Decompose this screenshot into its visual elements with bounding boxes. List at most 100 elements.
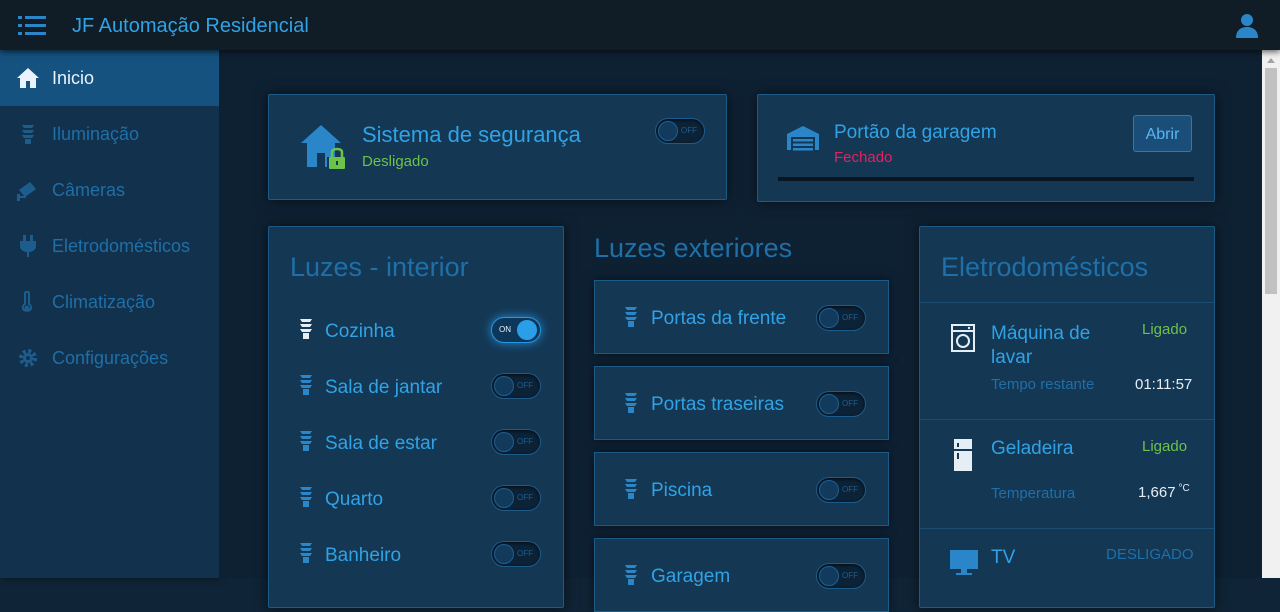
exterior-light-toggle[interactable]: OFF xyxy=(816,477,866,503)
appliance-detail-value: 1,667 °C xyxy=(1138,483,1190,501)
fridge-icon xyxy=(954,439,972,471)
divider xyxy=(920,528,1214,529)
light-label-quarto: Quarto xyxy=(325,489,384,510)
bulb-icon xyxy=(625,479,637,499)
sidebar-item-label: Climatização xyxy=(52,292,156,312)
light-label-sala-de-jantar: Sala de jantar xyxy=(325,377,443,398)
home-icon xyxy=(17,68,39,88)
toggle-knob xyxy=(494,488,514,508)
user-icon[interactable] xyxy=(1234,12,1260,38)
thermometer-icon xyxy=(21,290,33,312)
toggle-knob xyxy=(819,566,839,586)
security-title: Sistema de segurança xyxy=(362,122,581,147)
appliance-name: Máquina de lavar xyxy=(991,323,1091,368)
tv-icon xyxy=(950,550,978,575)
sidebar-item-cameras[interactable]: Câmeras xyxy=(0,162,219,218)
appliance-status: DESLIGADO xyxy=(1106,546,1194,563)
light-toggle-sala-de-estar[interactable]: OFF xyxy=(491,429,541,455)
bulb-icon xyxy=(625,393,637,413)
appliance-status: Ligado xyxy=(1142,438,1188,455)
appliances-card: Eletrodomésticos Máquina de lavar Ligado… xyxy=(919,226,1215,608)
bulb-icon xyxy=(22,125,34,144)
garage-title: Portão da garagem xyxy=(834,122,997,143)
washing-machine-icon xyxy=(951,324,975,352)
sidebar-item-label: Inicio xyxy=(52,68,95,88)
exterior-light-toggle[interactable]: OFF xyxy=(816,391,866,417)
exterior-light-label: Portas traseiras xyxy=(651,394,785,415)
toggle-knob xyxy=(494,544,514,564)
exterior-light-label: Garagem xyxy=(651,566,731,587)
exterior-light-garagem: Garagem OFF xyxy=(594,538,889,612)
sidebar-item-label: Configurações xyxy=(52,348,169,368)
main-content: Sistema de segurança Desligado OFF Portã… xyxy=(219,50,1262,612)
appliances-title: Eletrodomésticos xyxy=(941,252,1149,282)
light-toggle-sala-de-jantar[interactable]: OFF xyxy=(491,373,541,399)
bulb-icon xyxy=(300,543,312,563)
appliance-detail-label: Temperatura xyxy=(991,485,1076,502)
security-toggle[interactable]: OFF xyxy=(655,118,705,144)
bulb-icon xyxy=(625,307,637,327)
top-bar: JF Automação Residencial xyxy=(0,0,1280,50)
appliance-name: TV xyxy=(991,547,1016,568)
camera-icon xyxy=(17,182,36,201)
bulb-icon xyxy=(300,487,312,507)
garage-card: Portão da garagem Fechado Abrir xyxy=(757,94,1215,202)
sidebar-item-eletrodomesticos[interactable]: Eletrodomésticos xyxy=(0,218,219,274)
light-toggle-banheiro[interactable]: OFF xyxy=(491,541,541,567)
plug-icon xyxy=(20,235,36,257)
sidebar-item-iluminacao[interactable]: Iluminação xyxy=(0,106,219,162)
toggle-knob xyxy=(819,480,839,500)
exterior-light-portas-traseiras: Portas traseiras OFF xyxy=(594,366,889,440)
open-garage-button[interactable]: Abrir xyxy=(1133,115,1192,152)
toggle-knob xyxy=(517,320,537,340)
divider xyxy=(920,419,1214,420)
toggle-knob xyxy=(819,308,839,328)
scroll-up-arrow-icon[interactable] xyxy=(1267,58,1275,63)
toggle-text: OFF xyxy=(681,126,697,135)
bulb-icon xyxy=(625,565,637,585)
appliance-detail-number: 1,667 xyxy=(1138,484,1176,501)
sidebar-item-inicio[interactable]: Inicio xyxy=(0,50,219,106)
toggle-text: OFF xyxy=(517,493,533,502)
toggle-knob xyxy=(494,432,514,452)
light-toggle-cozinha[interactable]: ON xyxy=(491,317,541,343)
toggle-knob xyxy=(494,376,514,396)
appliance-status: Ligado xyxy=(1142,321,1188,338)
garage-icon xyxy=(787,126,819,151)
light-label-banheiro: Banheiro xyxy=(325,545,402,566)
security-status: Desligado xyxy=(362,153,429,170)
bulb-icon xyxy=(300,375,312,395)
bulb-icon xyxy=(300,431,312,451)
toggle-text: OFF xyxy=(842,485,858,494)
garage-status: Fechado xyxy=(834,149,893,166)
exterior-light-toggle[interactable]: OFF xyxy=(816,563,866,589)
sidebar-item-label: Iluminação xyxy=(52,124,140,144)
light-toggle-quarto[interactable]: OFF xyxy=(491,485,541,511)
toggle-text: OFF xyxy=(842,313,858,322)
light-label-sala-de-estar: Sala de estar xyxy=(325,433,437,454)
scroll-thumb[interactable] xyxy=(1265,68,1277,294)
appliance-detail-value: 01:11:57 xyxy=(1135,376,1193,393)
exterior-light-label: Piscina xyxy=(651,480,713,501)
menu-icon[interactable] xyxy=(18,14,46,36)
interior-lights-title: Luzes - interior xyxy=(290,252,469,282)
sidebar: Inicio Iluminação Câmeras Eletrodoméstic… xyxy=(0,50,219,578)
appliance-detail-label: Tempo restante xyxy=(991,376,1095,393)
sidebar-item-label: Câmeras xyxy=(52,180,126,200)
appliance-detail-unit: °C xyxy=(1178,483,1190,494)
gear-icon xyxy=(19,349,37,367)
toggle-text: OFF xyxy=(517,549,533,558)
toggle-knob xyxy=(658,121,678,141)
app-title: JF Automação Residencial xyxy=(72,15,309,37)
garage-progress-bar xyxy=(778,177,1194,181)
appliance-name: Geladeira xyxy=(991,438,1074,459)
exterior-light-piscina: Piscina OFF xyxy=(594,452,889,526)
light-label-cozinha: Cozinha xyxy=(325,321,395,342)
exterior-light-portas-da-frente: Portas da frente OFF xyxy=(594,280,889,354)
exterior-light-label: Portas da frente xyxy=(651,308,787,329)
sidebar-item-configuracoes[interactable]: Configurações xyxy=(0,330,219,386)
sidebar-item-climatizacao[interactable]: Climatização xyxy=(0,274,219,330)
exterior-light-toggle[interactable]: OFF xyxy=(816,305,866,331)
scrollbar[interactable] xyxy=(1262,50,1280,578)
interior-lights-card: Luzes - interior Cozinha ON Sala de jant… xyxy=(268,226,564,608)
